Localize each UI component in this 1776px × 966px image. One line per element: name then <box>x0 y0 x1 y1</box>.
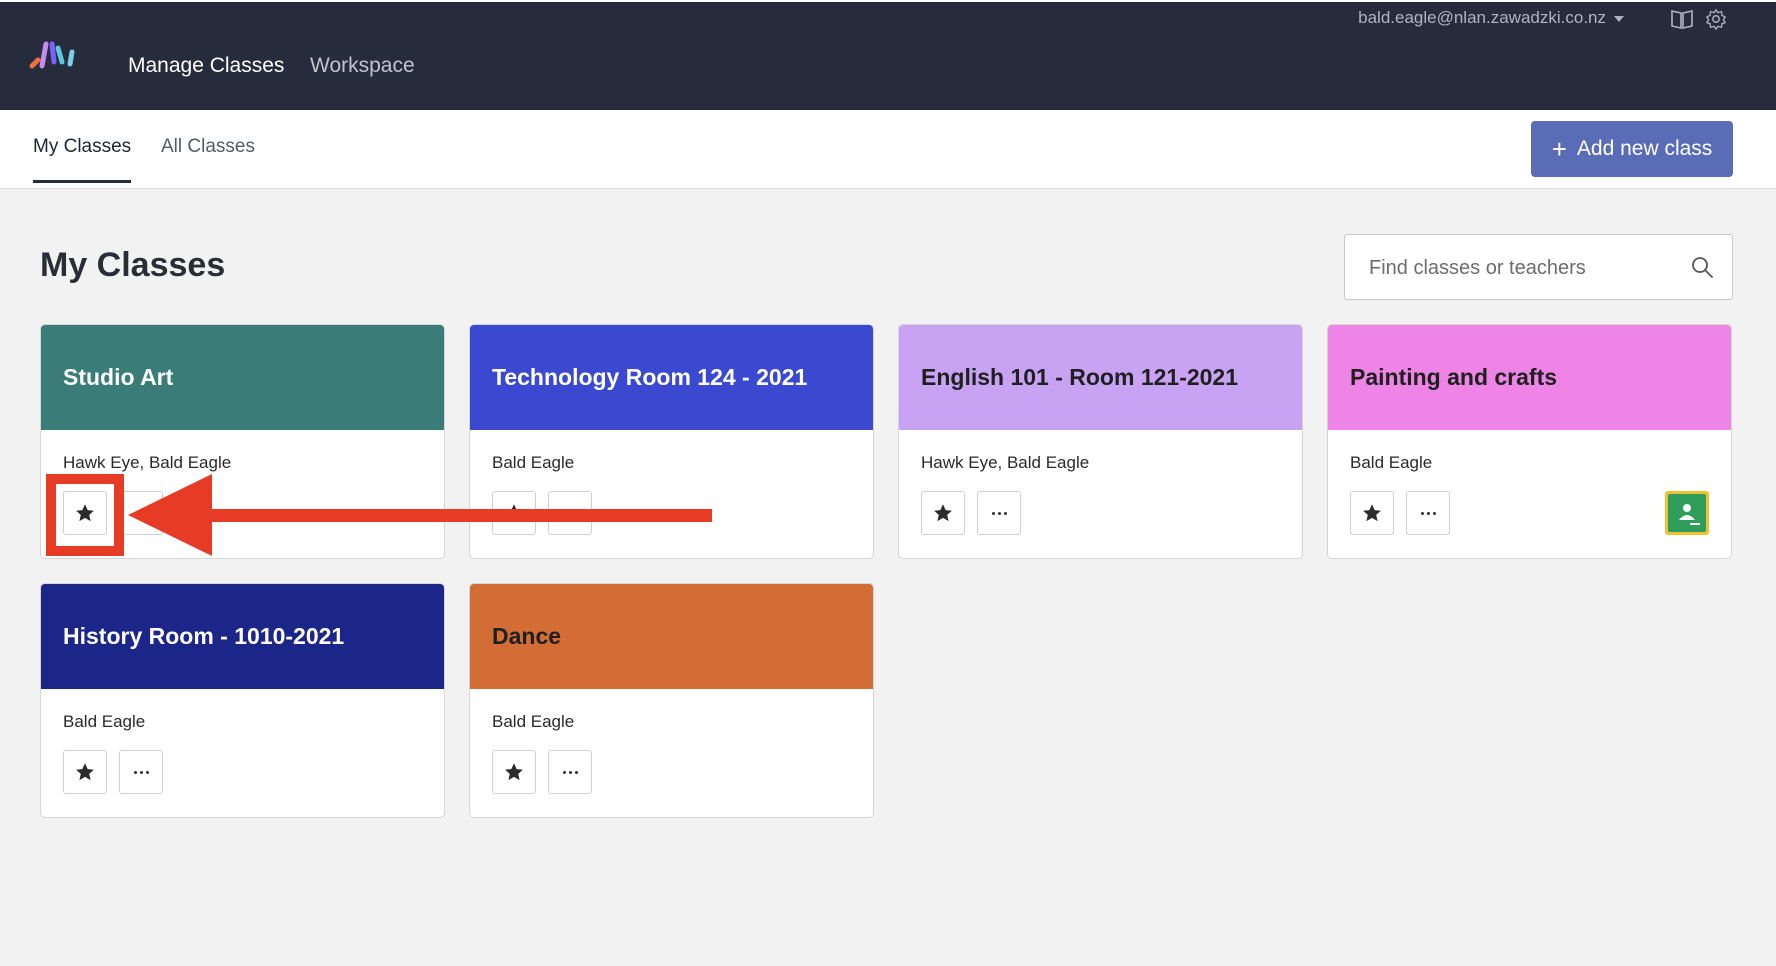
class-card-header[interactable]: Studio Art <box>41 325 444 430</box>
tab-all-classes[interactable]: All Classes <box>161 136 255 180</box>
class-card-header[interactable]: English 101 - Room 121-2021 <box>899 325 1302 430</box>
star-icon <box>503 502 525 524</box>
app-logo-icon[interactable] <box>26 36 86 76</box>
class-title[interactable]: Technology Room 124 - 2021 <box>492 364 807 391</box>
class-teachers: Bald Eagle <box>1350 453 1433 472</box>
more-icon <box>562 511 578 515</box>
account-email: bald.eagle@nlan.zawadzki.co.nz <box>1358 8 1606 27</box>
more-icon <box>991 511 1007 515</box>
class-title[interactable]: Painting and crafts <box>1350 364 1557 391</box>
star-button[interactable] <box>492 491 536 535</box>
class-card[interactable]: Dance Bald Eagle <box>469 583 874 818</box>
gear-icon[interactable] <box>1704 8 1728 30</box>
more-icon <box>1420 511 1436 515</box>
more-options-button[interactable] <box>548 750 592 794</box>
more-options-button[interactable] <box>977 491 1021 535</box>
star-icon <box>74 761 96 783</box>
star-button[interactable] <box>63 750 107 794</box>
class-card-header[interactable]: Technology Room 124 - 2021 <box>470 325 873 430</box>
sub-header: My Classes All Classes + Add new class <box>0 110 1776 189</box>
more-options-button[interactable] <box>548 491 592 535</box>
star-icon <box>1361 502 1383 524</box>
class-title[interactable]: Dance <box>492 623 561 650</box>
class-title[interactable]: History Room - 1010-2021 <box>63 623 344 650</box>
nav-workspace[interactable]: Workspace <box>310 54 415 78</box>
top-navigation-bar: Manage Classes Workspace bald.eagle@nlan… <box>0 0 1776 110</box>
more-icon <box>133 770 149 774</box>
book-icon[interactable] <box>1670 8 1694 30</box>
class-teachers: Bald Eagle <box>492 453 575 472</box>
class-card[interactable]: Studio Art Hawk Eye, Bald Eagle <box>40 324 445 559</box>
class-title[interactable]: English 101 - Room 121-2021 <box>921 364 1238 391</box>
class-title[interactable]: Studio Art <box>63 364 173 391</box>
class-card-header[interactable]: History Room - 1010-2021 <box>41 584 444 689</box>
class-card[interactable]: English 101 - Room 121-2021 Hawk Eye, Bal… <box>898 324 1303 559</box>
chevron-down-icon <box>1614 16 1624 22</box>
tab-my-classes[interactable]: My Classes <box>33 136 132 183</box>
star-icon <box>503 761 525 783</box>
class-teachers: Bald Eagle <box>492 712 575 731</box>
nav-manage-classes[interactable]: Manage Classes <box>128 54 284 78</box>
class-card[interactable]: Painting and crafts Bald Eagle <box>1327 324 1732 559</box>
more-icon <box>133 511 149 515</box>
page-title: My Classes <box>40 246 226 284</box>
star-button[interactable] <box>921 491 965 535</box>
class-card[interactable]: History Room - 1010-2021 Bald Eagle <box>40 583 445 818</box>
search-icon[interactable] <box>1690 255 1714 279</box>
search-box[interactable] <box>1344 234 1733 301</box>
class-card-header[interactable]: Painting and crafts <box>1328 325 1731 430</box>
class-card[interactable]: Technology Room 124 - 2021 Bald Eagle <box>469 324 874 559</box>
add-new-class-button[interactable]: + Add new class <box>1531 121 1733 177</box>
class-teachers: Hawk Eye, Bald Eagle <box>921 453 1090 472</box>
class-teachers: Hawk Eye, Bald Eagle <box>63 453 232 472</box>
more-options-button[interactable] <box>119 491 163 535</box>
add-new-class-label: Add new class <box>1576 137 1713 160</box>
class-teachers: Bald Eagle <box>63 712 146 731</box>
star-button[interactable] <box>492 750 536 794</box>
search-input[interactable] <box>1367 235 1671 301</box>
more-icon <box>562 770 578 774</box>
more-options-button[interactable] <box>119 750 163 794</box>
google-classroom-icon[interactable] <box>1665 491 1709 535</box>
class-card-header[interactable]: Dance <box>470 584 873 689</box>
more-options-button[interactable] <box>1406 491 1450 535</box>
account-menu[interactable]: bald.eagle@nlan.zawadzki.co.nz <box>1358 8 1624 28</box>
star-button[interactable] <box>1350 491 1394 535</box>
plus-icon: + <box>1551 134 1567 164</box>
star-button[interactable] <box>63 491 107 535</box>
star-icon <box>932 502 954 524</box>
star-icon <box>74 502 96 524</box>
